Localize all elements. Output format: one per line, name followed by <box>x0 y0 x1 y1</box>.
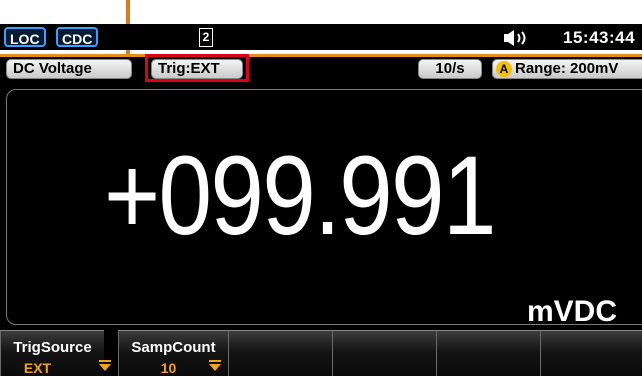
dropdown-arrow-icon <box>99 360 111 371</box>
dropdown-arrow-icon <box>209 360 221 371</box>
memory-icon: 2 <box>199 28 213 47</box>
softkey-trig-source[interactable]: TrigSource EXT <box>0 330 111 376</box>
measurement-reading: +099.991 <box>104 133 496 258</box>
softkey-5[interactable] <box>436 330 540 376</box>
softkey-label: TrigSource <box>13 339 92 356</box>
auto-range-badge: A <box>496 61 512 77</box>
status-bar: LOC CDC 2 15:43:44 <box>0 24 642 50</box>
range-label: A Range: 200mV <box>492 59 642 79</box>
dmm-screen: LOC CDC 2 15:43:44 DC Voltage Trig:EXT 1… <box>0 0 642 376</box>
clock: 15:43:44 <box>563 28 636 47</box>
softkey-3[interactable] <box>228 330 332 376</box>
sample-rate-label: 10/s <box>418 59 482 79</box>
softkey-samp-count[interactable]: SampCount 10 <box>118 330 228 376</box>
function-label: DC Voltage <box>6 59 132 79</box>
softkey-label: SampCount <box>131 339 216 356</box>
speaker-icon <box>504 30 526 46</box>
softkey-bar: TrigSource EXT SampCount 10 <box>0 330 642 376</box>
softkey-value: EXT <box>23 360 52 376</box>
cdc-indicator: CDC <box>56 27 99 47</box>
softkey-4[interactable] <box>332 330 436 376</box>
range-text: Range: 200mV <box>515 60 619 77</box>
measurement-unit: mVDC <box>527 295 618 328</box>
info-bar: DC Voltage Trig:EXT 10/s A Range: 200mV <box>0 54 642 83</box>
softkey-6[interactable] <box>540 330 642 376</box>
trigger-highlight-box <box>145 54 249 82</box>
main-display: +099.991 mVDC <box>0 83 642 330</box>
loc-indicator: LOC <box>4 27 46 47</box>
